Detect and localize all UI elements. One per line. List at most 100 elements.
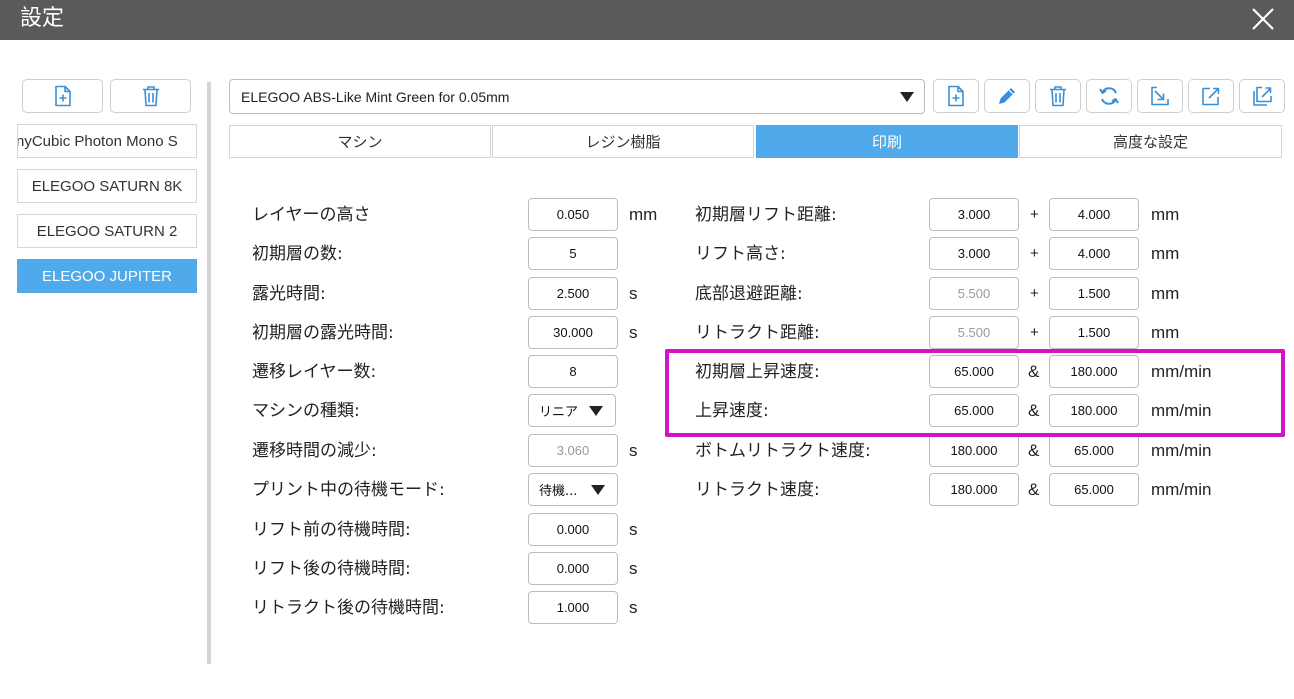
bottom-layers-input[interactable]: 5 [528, 237, 618, 270]
layer-height-unit: mm [629, 205, 658, 224]
exposure-time-unit: s [629, 284, 638, 303]
wait-mode-value: 待機... [539, 484, 578, 499]
machine-item-elegoo-saturn-2[interactable]: ELEGOO SATURN 2 [17, 214, 197, 248]
bottom-retract-speed-unit: mm/min [1151, 441, 1212, 460]
close-icon [1252, 8, 1274, 30]
pencil-icon [999, 88, 1015, 104]
tab-label: 印刷 [871, 133, 902, 151]
bottom-retract-distance-unit: mm [1151, 284, 1180, 303]
retract-distance-input-2[interactable]: 1.500 [1049, 316, 1139, 349]
bottom-lift-speed-label: 初期層上昇速度: [695, 362, 820, 382]
machine-item-label: AnyCubic Photon Mono S [17, 132, 178, 150]
wait-mode-label: プリント中の待機モード: [252, 480, 445, 500]
panel-divider[interactable] [207, 82, 211, 664]
bottom-lift-speed-input-2[interactable]: 180.000 [1049, 355, 1139, 388]
exposure-time-label: 露光時間: [252, 284, 326, 304]
retract-speed-input-1[interactable]: 180.000 [929, 473, 1019, 506]
bottom-retract-distance-input-2[interactable]: 1.500 [1049, 277, 1139, 310]
export-copy-preset-button[interactable] [1239, 79, 1285, 113]
add-file-icon [948, 85, 964, 107]
add-file-icon [54, 85, 71, 107]
tab-label: 高度な設定 [1112, 133, 1188, 151]
refresh-preset-button[interactable] [1086, 79, 1132, 113]
machine-item-label: ELEGOO JUPITER [41, 267, 173, 285]
trash-icon [1050, 86, 1066, 107]
tab-resin[interactable]: レジン樹脂 [492, 125, 754, 158]
bottom-exposure-time-input[interactable]: 30.000 [528, 316, 618, 349]
bottom-lift-distance-input-2[interactable]: 4.000 [1049, 198, 1139, 231]
retract-speed-input-2[interactable]: 65.000 [1049, 473, 1139, 506]
transition-layers-label: 遷移レイヤー数: [252, 362, 377, 382]
import-preset-button[interactable] [1137, 79, 1183, 113]
wait-after-retract-unit: s [629, 598, 638, 617]
bottom-retract-speed-operator: & [1028, 441, 1040, 460]
retract-distance-label: リトラクト距離: [695, 323, 820, 343]
resin-preset-select[interactable]: ELEGOO ABS-Like Mint Green for 0.05mm [229, 79, 925, 114]
wait-mode-select[interactable]: 待機... [528, 473, 618, 506]
tab-machine[interactable]: マシン [229, 125, 491, 158]
import-icon [1151, 86, 1169, 106]
lift-height-label: リフト高さ: [695, 244, 786, 264]
retract-speed-unit: mm/min [1151, 480, 1212, 499]
wait-before-lift-unit: s [629, 520, 638, 539]
bottom-retract-speed-input-2[interactable]: 65.000 [1049, 434, 1139, 467]
lift-height-unit: mm [1151, 244, 1180, 263]
close-button[interactable] [1246, 3, 1280, 35]
chevron-down-icon [900, 92, 914, 102]
layer-height-input[interactable]: 0.050 [528, 198, 618, 231]
machine-type-select[interactable]: リニア [528, 394, 616, 427]
machine-item-anycubic-photon-mono-s[interactable]: AnyCubic Photon Mono S [17, 124, 197, 158]
add-preset-button[interactable] [933, 79, 979, 113]
lift-speed-input-2[interactable]: 180.000 [1049, 394, 1139, 427]
machine-item-elegoo-jupiter[interactable]: ELEGOO JUPITER [17, 259, 197, 293]
bottom-lift-distance-operator: + [1030, 206, 1039, 223]
bottom-retract-distance-operator: + [1030, 285, 1039, 302]
bottom-retract-speed-label: ボトムリトラクト速度: [695, 441, 871, 461]
add-machine-button[interactable] [22, 79, 103, 113]
machine-item-label: ELEGOO SATURN 8K [31, 177, 183, 195]
tab-print[interactable]: 印刷 [756, 125, 1018, 158]
bottom-exposure-time-unit: s [629, 323, 638, 342]
lift-height-input-1[interactable]: 3.000 [929, 237, 1019, 270]
wait-before-lift-label: リフト前の待機時間: [252, 520, 411, 540]
lift-speed-input-1[interactable]: 65.000 [929, 394, 1019, 427]
chevron-down-icon [591, 485, 605, 495]
window-title: 設定 [20, 6, 65, 31]
bottom-retract-distance-label: 底部退避距離: [695, 284, 803, 304]
wait-after-lift-input[interactable]: 0.000 [528, 552, 618, 585]
chevron-down-icon [589, 406, 603, 416]
edit-preset-button[interactable] [984, 79, 1030, 113]
lift-height-input-2[interactable]: 4.000 [1049, 237, 1139, 270]
bottom-lift-speed-unit: mm/min [1151, 362, 1212, 381]
wait-after-lift-label: リフト後の待機時間: [252, 559, 411, 579]
lift-speed-unit: mm/min [1151, 401, 1212, 420]
transition-layers-input[interactable]: 8 [528, 355, 618, 388]
machine-type-value: リニア [539, 405, 579, 420]
bottom-lift-speed-input-1[interactable]: 65.000 [929, 355, 1019, 388]
wait-after-lift-unit: s [629, 559, 638, 578]
retract-speed-label: リトラクト速度: [695, 480, 820, 500]
lift-speed-operator: & [1028, 401, 1040, 420]
tab-advanced[interactable]: 高度な設定 [1019, 125, 1282, 158]
machine-item-elegoo-saturn-8k[interactable]: ELEGOO SATURN 8K [17, 169, 197, 203]
bottom-retract-speed-input-1[interactable]: 180.000 [929, 434, 1019, 467]
bottom-lift-distance-unit: mm [1151, 205, 1180, 224]
exposure-time-input[interactable]: 2.500 [528, 277, 618, 310]
delete-machine-button[interactable] [110, 79, 191, 113]
refresh-icon [1099, 87, 1119, 105]
bottom-lift-distance-input-1[interactable]: 3.000 [929, 198, 1019, 231]
tab-label: マシン [337, 133, 383, 151]
retract-distance-input-1[interactable]: 5.500 [929, 316, 1019, 349]
wait-after-retract-input[interactable]: 1.000 [528, 591, 618, 624]
transition-time-decrease-input[interactable]: 3.060 [528, 434, 618, 467]
transition-time-decrease-unit: s [629, 441, 638, 460]
retract-distance-operator: + [1030, 324, 1039, 341]
title-bar: 設定 [0, 0, 1294, 40]
machine-type-label: マシンの種類: [252, 401, 360, 421]
machine-item-label: ELEGOO SATURN 2 [36, 222, 178, 240]
delete-preset-button[interactable] [1035, 79, 1081, 113]
bottom-exposure-time-label: 初期層の露光時間: [252, 323, 394, 343]
wait-before-lift-input[interactable]: 0.000 [528, 513, 618, 546]
bottom-retract-distance-input-1[interactable]: 5.500 [929, 277, 1019, 310]
export-preset-button[interactable] [1188, 79, 1234, 113]
